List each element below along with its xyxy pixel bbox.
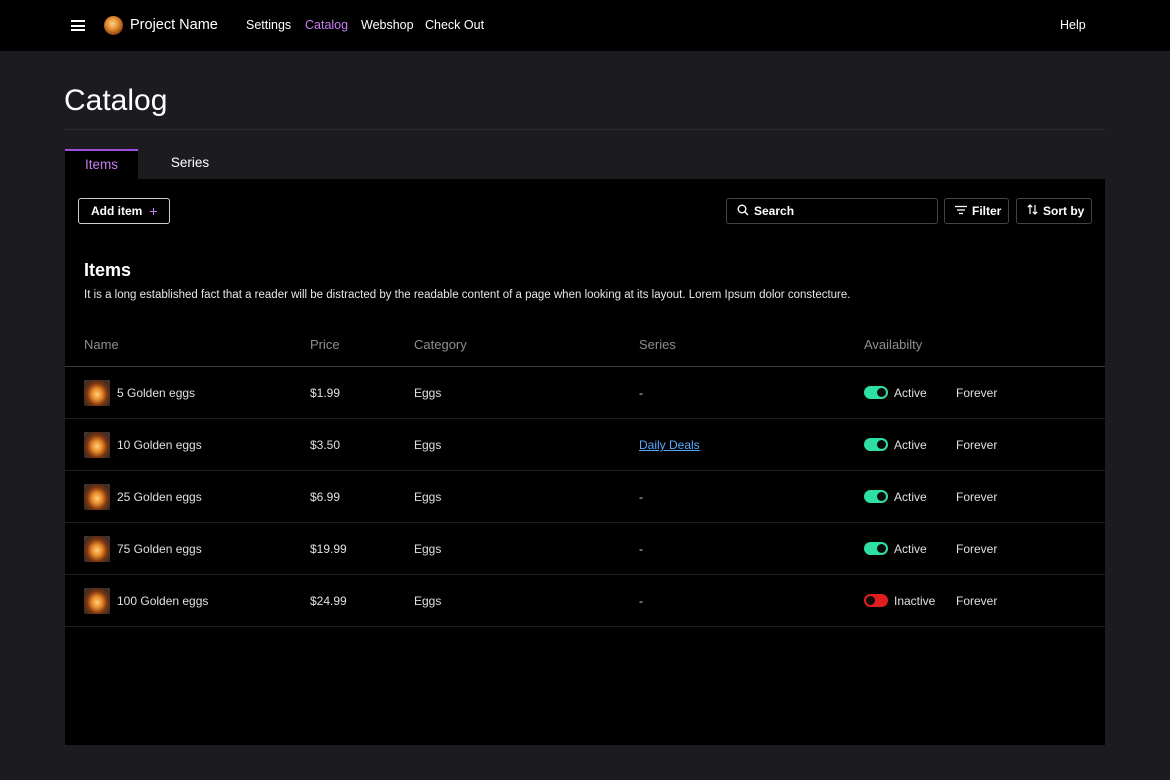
tab-series[interactable]: Series bbox=[160, 149, 220, 179]
item-category: Eggs bbox=[414, 386, 442, 400]
availability-status: Active bbox=[894, 438, 927, 452]
item-price: $24.99 bbox=[310, 594, 347, 608]
item-price: $19.99 bbox=[310, 542, 347, 556]
item-category: Eggs bbox=[414, 542, 442, 556]
sort-button[interactable]: Sort by bbox=[1016, 198, 1092, 224]
table-row[interactable]: 10 Golden eggs $3.50 Eggs Daily Deals Ac… bbox=[65, 419, 1105, 471]
availability-status: Active bbox=[894, 490, 927, 504]
item-price: $1.99 bbox=[310, 386, 341, 400]
golden-egg-thumbnail bbox=[84, 484, 110, 510]
filter-icon bbox=[955, 204, 967, 218]
sort-icon bbox=[1027, 204, 1038, 218]
search-input[interactable]: Search bbox=[726, 198, 938, 224]
availability-toggle[interactable] bbox=[864, 386, 888, 399]
search-icon bbox=[737, 204, 749, 219]
item-category: Eggs bbox=[414, 438, 442, 452]
availability-toggle[interactable] bbox=[864, 594, 888, 607]
nav-webshop[interactable]: Webshop bbox=[361, 18, 414, 32]
availability-duration: Forever bbox=[956, 542, 998, 556]
plus-icon: + bbox=[149, 203, 158, 219]
item-price: $3.50 bbox=[310, 438, 341, 452]
title-divider bbox=[64, 129, 1105, 130]
availability-duration: Forever bbox=[956, 594, 998, 608]
availability-status: Inactive bbox=[894, 594, 936, 608]
column-header-price[interactable]: Price bbox=[310, 337, 340, 352]
project-name[interactable]: Project Name bbox=[130, 17, 218, 33]
add-item-button[interactable]: Add item + bbox=[78, 198, 170, 224]
item-series: - bbox=[639, 490, 643, 504]
item-series: - bbox=[639, 594, 643, 608]
availability-status: Active bbox=[894, 542, 927, 556]
availability-toggle[interactable] bbox=[864, 542, 888, 555]
golden-egg-thumbnail bbox=[84, 588, 110, 614]
section-description: It is a long established fact that a rea… bbox=[84, 289, 851, 301]
hamburger-menu-icon[interactable] bbox=[71, 20, 85, 31]
item-name: 75 Golden eggs bbox=[117, 542, 202, 556]
top-navigation-bar: Project Name Settings Catalog Webshop Ch… bbox=[0, 0, 1170, 51]
item-category: Eggs bbox=[414, 594, 442, 608]
items-panel: Add item + Search Filter Sort by Items I… bbox=[65, 179, 1105, 745]
item-price: $6.99 bbox=[310, 490, 341, 504]
table-row[interactable]: 100 Golden eggs $24.99 Eggs - Inactive F… bbox=[65, 575, 1105, 627]
page-title: Catalog bbox=[64, 84, 168, 117]
nav-check-out[interactable]: Check Out bbox=[425, 18, 484, 32]
tab-items[interactable]: Items bbox=[65, 149, 138, 179]
item-name: 5 Golden eggs bbox=[117, 386, 196, 400]
item-category: Eggs bbox=[414, 490, 442, 504]
table-row[interactable]: 5 Golden eggs $1.99 Eggs - Active Foreve… bbox=[65, 367, 1105, 419]
golden-egg-thumbnail bbox=[84, 432, 110, 458]
nav-catalog[interactable]: Catalog bbox=[305, 18, 348, 32]
help-link[interactable]: Help bbox=[1060, 18, 1086, 32]
item-series: - bbox=[639, 542, 643, 556]
search-placeholder: Search bbox=[754, 204, 795, 218]
item-name: 25 Golden eggs bbox=[117, 490, 202, 504]
item-name: 10 Golden eggs bbox=[117, 438, 202, 452]
column-header-availability[interactable]: Availabilty bbox=[864, 337, 922, 352]
add-item-label: Add item bbox=[91, 204, 143, 218]
table-row[interactable]: 75 Golden eggs $19.99 Eggs - Active Fore… bbox=[65, 523, 1105, 575]
project-logo-icon bbox=[104, 16, 123, 35]
nav-settings[interactable]: Settings bbox=[246, 18, 291, 32]
availability-duration: Forever bbox=[956, 386, 998, 400]
section-title: Items bbox=[84, 260, 132, 280]
column-header-category[interactable]: Category bbox=[414, 337, 467, 352]
filter-button[interactable]: Filter bbox=[944, 198, 1009, 224]
sort-label: Sort by bbox=[1043, 204, 1085, 218]
availability-duration: Forever bbox=[956, 490, 998, 504]
column-header-name[interactable]: Name bbox=[84, 337, 119, 352]
availability-toggle[interactable] bbox=[864, 438, 888, 451]
item-name: 100 Golden eggs bbox=[117, 594, 209, 608]
filter-label: Filter bbox=[972, 204, 1002, 218]
availability-toggle[interactable] bbox=[864, 490, 888, 503]
availability-duration: Forever bbox=[956, 438, 998, 452]
golden-egg-thumbnail bbox=[84, 380, 110, 406]
table-row[interactable]: 25 Golden eggs $6.99 Eggs - Active Forev… bbox=[65, 471, 1105, 523]
item-series: - bbox=[639, 386, 643, 400]
golden-egg-thumbnail bbox=[84, 536, 110, 562]
availability-status: Active bbox=[894, 386, 927, 400]
column-header-series[interactable]: Series bbox=[639, 337, 676, 352]
series-link[interactable]: Daily Deals bbox=[639, 438, 700, 452]
